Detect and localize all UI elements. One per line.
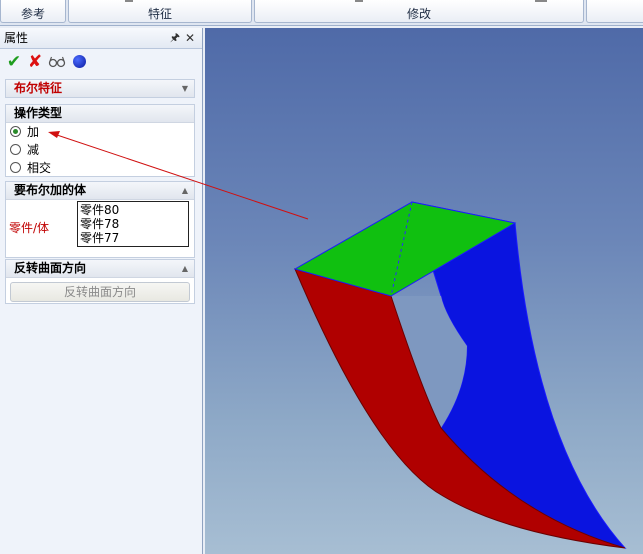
feature-section-header[interactable]: 布尔特征 ▼ — [6, 80, 194, 97]
ribbon-group-modify[interactable]: 修改 — [254, 0, 584, 23]
reverse-section-header[interactable]: 反转曲面方向 ▲ — [6, 260, 194, 278]
reverse-surface-section: 反转曲面方向 ▲ 反转曲面方向 — [5, 259, 195, 304]
operation-type-header[interactable]: 操作类型 — [6, 105, 194, 123]
ribbon-group-reference[interactable]: 参考 — [0, 0, 66, 23]
checkmark-icon[interactable]: ✔ — [5, 53, 23, 71]
radio-option-subtract[interactable]: 减 — [6, 141, 194, 159]
radio-option-add[interactable]: 加 — [6, 123, 194, 141]
radio-label-add: 加 — [27, 125, 40, 139]
ribbon-tool-stub[interactable] — [535, 0, 547, 2]
reverse-surface-button[interactable]: 反转曲面方向 — [10, 282, 190, 302]
chevron-down-icon[interactable]: ▼ — [182, 80, 188, 97]
operation-type-section: 操作类型 加 减 相交 — [5, 104, 195, 177]
property-panel: 属性 🖈︎ ✕ ✔ ✘ 布尔特征 ▼ 操作类型 加 减 相交 要布尔加的体 ▲ … — [0, 28, 203, 554]
ribbon-tool-stub[interactable] — [125, 0, 133, 2]
radio-button-selected[interactable] — [10, 126, 21, 137]
radio-button[interactable] — [10, 144, 21, 155]
ribbon-group-reference-label: 参考 — [20, 7, 45, 21]
blue-ball-icon[interactable] — [71, 53, 89, 71]
operation-type-title: 操作类型 — [14, 106, 63, 120]
boolean-body-model[interactable] — [205, 28, 643, 554]
reverse-section-title: 反转曲面方向 — [14, 261, 87, 275]
bodies-to-add-section: 要布尔加的体 ▲ 零件/体 零件80 零件78 零件77 — [5, 181, 195, 258]
ribbon-tool-stub[interactable] — [355, 0, 363, 2]
bodies-listbox[interactable]: 零件80 零件78 零件77 — [77, 201, 189, 247]
ribbon-group-bar: 参考 特征 修改 — [0, 0, 643, 26]
ribbon-group-modify-label: 修改 — [406, 7, 431, 21]
radio-label-intersect: 相交 — [27, 161, 52, 175]
list-item[interactable]: 零件80 — [80, 203, 186, 217]
pin-icon[interactable]: 🖈︎ — [170, 28, 180, 48]
panel-title: 属性 — [4, 31, 29, 45]
feature-section: 布尔特征 ▼ — [5, 79, 195, 98]
radio-label-subtract: 减 — [27, 143, 40, 157]
cross-icon[interactable]: ✘ — [26, 53, 44, 71]
radio-option-intersect[interactable]: 相交 — [6, 159, 194, 177]
bodies-section-title: 要布尔加的体 — [14, 183, 87, 197]
glasses-icon[interactable] — [48, 53, 66, 71]
panel-toolbar: ✔ ✘ — [0, 49, 202, 75]
list-item[interactable]: 零件77 — [80, 231, 186, 245]
ribbon-group-features-label: 特征 — [147, 7, 172, 21]
parts-bodies-label: 零件/体 — [9, 221, 50, 235]
feature-section-title: 布尔特征 — [14, 81, 63, 95]
bodies-section-header[interactable]: 要布尔加的体 ▲ — [6, 182, 194, 200]
list-item[interactable]: 零件78 — [80, 217, 186, 231]
chevron-up-icon[interactable]: ▲ — [182, 182, 188, 199]
ribbon-group-next[interactable] — [586, 0, 643, 23]
panel-title-bar: 属性 🖈︎ ✕ — [0, 28, 202, 49]
radio-button[interactable] — [10, 162, 21, 173]
3d-viewport[interactable] — [205, 28, 643, 554]
ribbon-group-features[interactable]: 特征 — [68, 0, 252, 23]
chevron-up-icon[interactable]: ▲ — [182, 260, 188, 277]
close-icon[interactable]: ✕ — [185, 28, 195, 48]
